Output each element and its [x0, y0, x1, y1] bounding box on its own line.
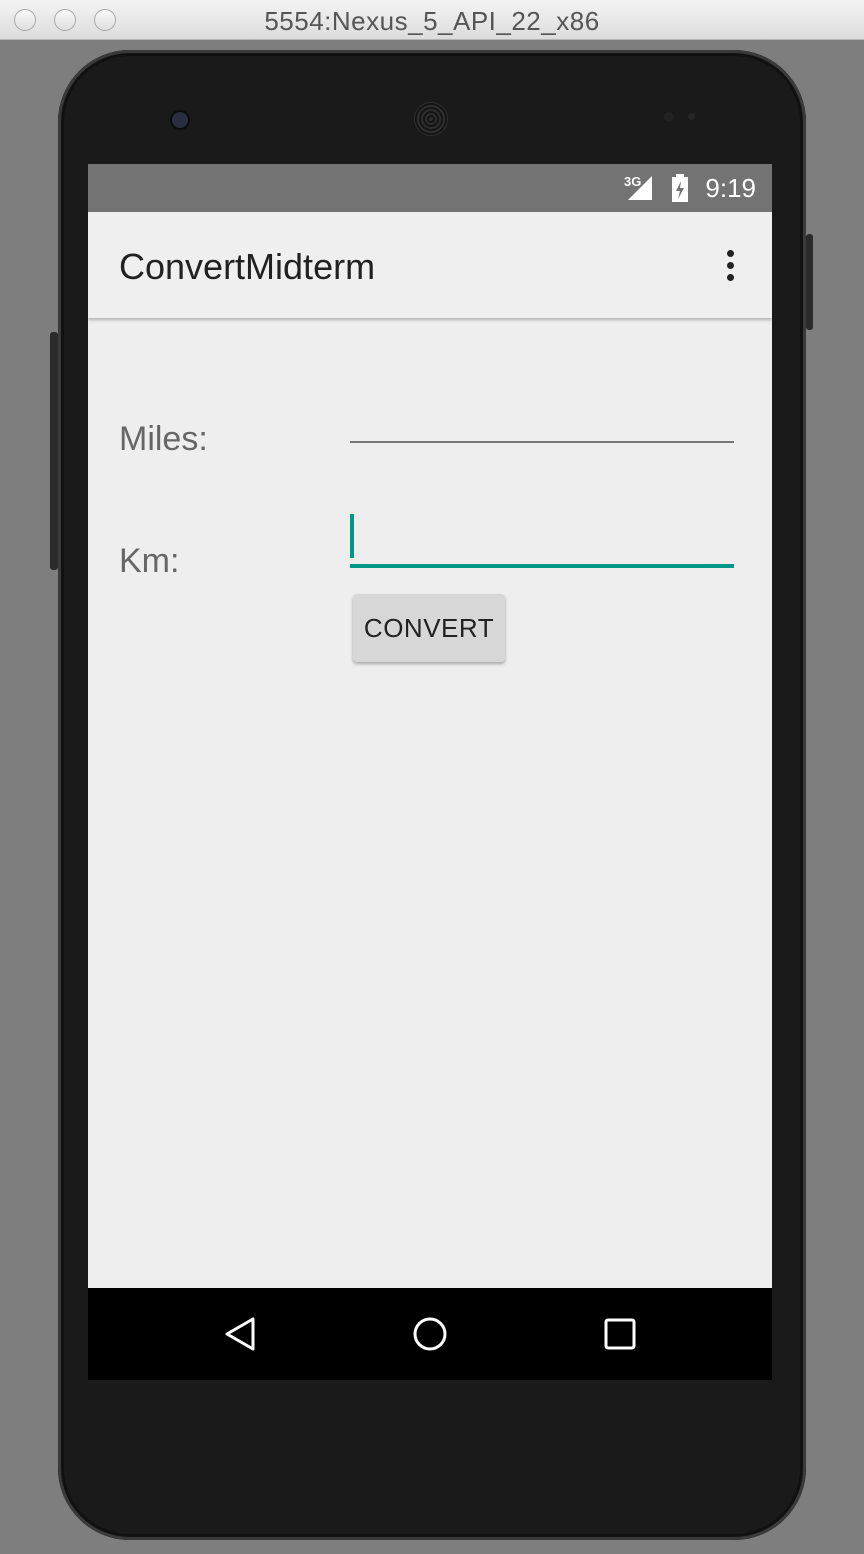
navigation-bar — [88, 1288, 772, 1380]
signal-icon — [628, 176, 652, 200]
text-cursor — [350, 514, 354, 558]
device-screen: 3G 9:19 ConvertMidterm Miles: Km: CONVER… — [88, 164, 772, 1380]
miles-input-underline — [350, 441, 734, 443]
miles-input[interactable] — [350, 400, 734, 444]
miles-label: Miles: — [119, 420, 208, 458]
power-button[interactable] — [806, 234, 813, 330]
emulator-title-bar: 5554:Nexus_5_API_22_x86 — [0, 0, 864, 40]
status-bar: 3G 9:19 — [88, 164, 772, 212]
front-camera-icon — [172, 112, 188, 128]
app-bar: ConvertMidterm — [88, 212, 772, 318]
window-title: 5554:Nexus_5_API_22_x86 — [264, 6, 600, 36]
back-icon[interactable] — [224, 1316, 256, 1352]
sensor-icon — [688, 113, 695, 120]
status-time: 9:19 — [705, 173, 756, 203]
km-input[interactable] — [350, 512, 734, 566]
speaker-grille-icon — [414, 102, 448, 136]
km-label: Km: — [119, 542, 180, 580]
battery-charging-icon — [672, 174, 688, 202]
sensor-icon — [664, 112, 674, 122]
app-title: ConvertMidterm — [119, 246, 376, 287]
volume-button[interactable] — [50, 332, 58, 570]
km-input-underline — [350, 564, 734, 568]
convert-button[interactable]: CONVERT — [353, 594, 505, 662]
overflow-menu-icon[interactable] — [718, 248, 742, 284]
recents-icon[interactable] — [604, 1318, 636, 1350]
home-icon[interactable] — [412, 1316, 448, 1352]
